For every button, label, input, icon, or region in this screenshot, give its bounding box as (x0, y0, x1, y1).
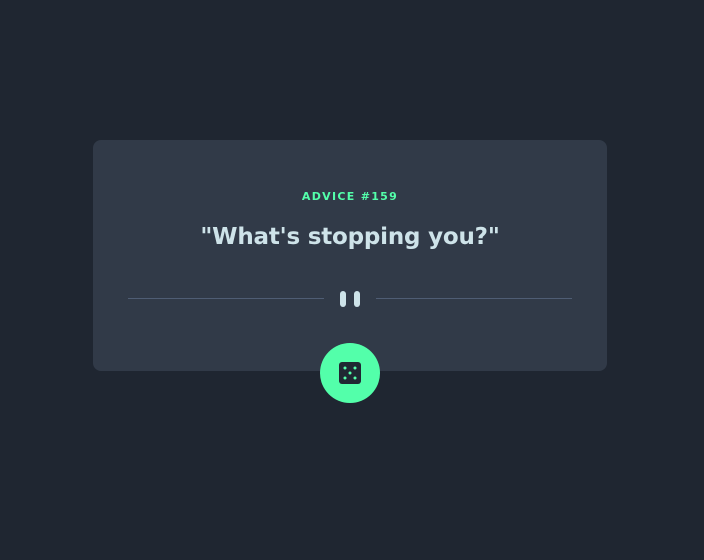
pattern-divider (128, 291, 572, 307)
pause-icon (339, 291, 361, 307)
dice-icon (339, 362, 361, 384)
advice-card: ADVICE #159 "What's stopping you?" (93, 140, 607, 371)
new-advice-button[interactable] (320, 343, 380, 403)
page: ADVICE #159 "What's stopping you?" (0, 0, 704, 560)
advice-number: ADVICE #159 (301, 190, 399, 203)
divider-line-right (376, 298, 572, 299)
advice-quote: "What's stopping you?" (200, 224, 500, 250)
divider-line-left (128, 298, 324, 299)
